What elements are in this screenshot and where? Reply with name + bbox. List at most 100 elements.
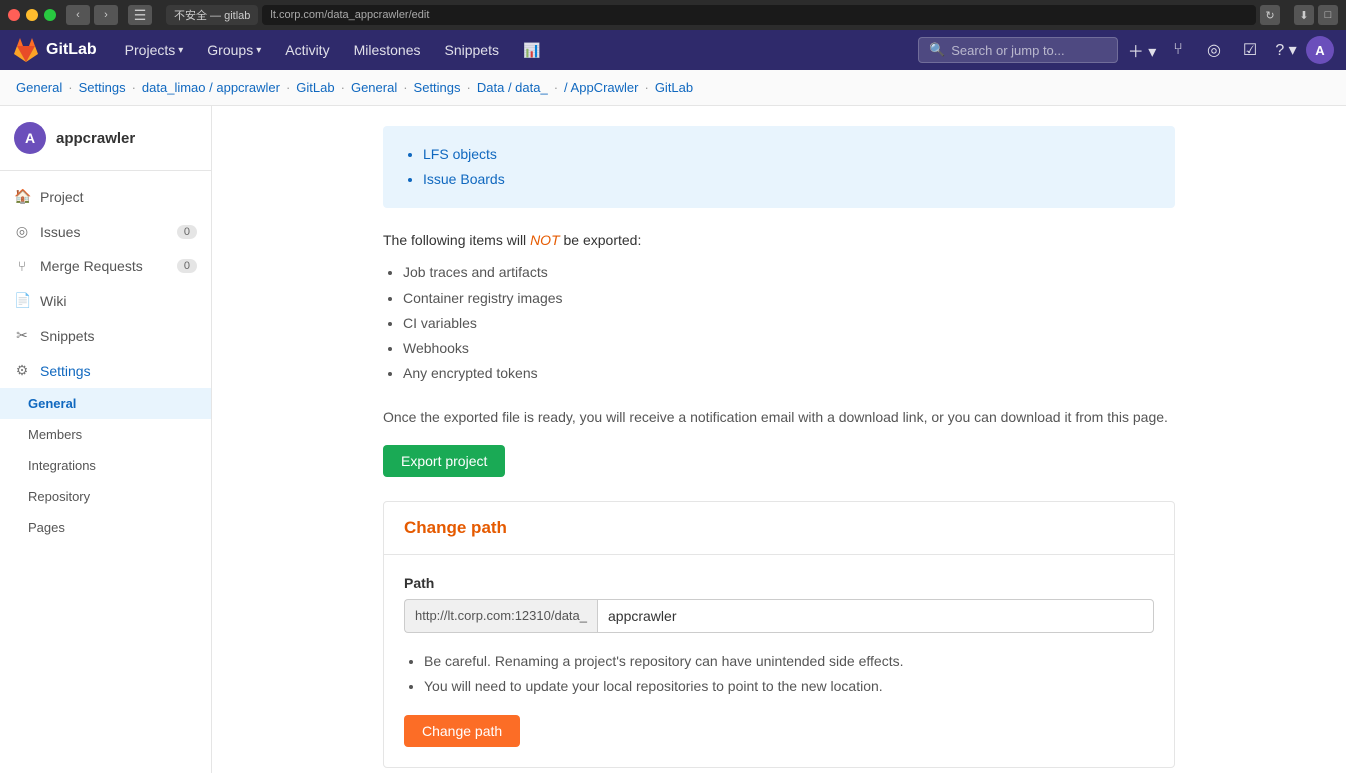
- not-exported-heading: The following items will NOT be exported…: [383, 232, 1175, 248]
- sidebar-subitem-label: Repository: [28, 489, 90, 504]
- gitlab-logo-icon: [12, 36, 40, 64]
- exported-items-box: LFS objects Issue Boards: [383, 126, 1175, 208]
- sidebar-subitem-integrations[interactable]: Integrations: [0, 450, 211, 481]
- export-project-section: Once the exported file is ready, you wil…: [383, 406, 1175, 476]
- nav-item-snippets[interactable]: Snippets: [433, 30, 511, 70]
- help-button[interactable]: ? ▾: [1270, 34, 1302, 66]
- sidebar-item-settings[interactable]: ⚙ Settings: [0, 353, 211, 388]
- list-item: Webhooks: [403, 336, 1175, 361]
- merge-requests-icon[interactable]: ⑂: [1162, 34, 1194, 66]
- maximize-window-button[interactable]: [44, 9, 56, 21]
- list-item: Any encrypted tokens: [403, 361, 1175, 386]
- merge-badge: 0: [177, 259, 197, 273]
- breadcrumb-gitlab2[interactable]: GitLab: [655, 80, 693, 95]
- top-right-icons: ⬇ □: [1294, 5, 1338, 25]
- avatar: A: [14, 122, 46, 154]
- address-segment-1: 不安全 — gitlab: [166, 5, 258, 25]
- sidebar-toggle-button[interactable]: ☰: [128, 5, 152, 25]
- breadcrumb-general[interactable]: General: [16, 80, 62, 95]
- user-avatar[interactable]: A: [1306, 36, 1334, 64]
- breadcrumb-sep: ·: [132, 80, 136, 95]
- sidebar-item-issues[interactable]: ◎ Issues 0: [0, 214, 211, 249]
- path-input[interactable]: [597, 599, 1154, 633]
- forward-button[interactable]: ›: [94, 5, 118, 25]
- breadcrumb-sep: ·: [403, 80, 407, 95]
- reload-button[interactable]: ↻: [1260, 5, 1280, 25]
- nav-item-milestones[interactable]: Milestones: [342, 30, 433, 70]
- change-path-header: Change path: [384, 502, 1174, 555]
- minimize-window-button[interactable]: [26, 9, 38, 21]
- breadcrumb-settings[interactable]: Settings: [79, 80, 126, 95]
- sidebar-username: appcrawler: [56, 130, 135, 147]
- browser-nav-arrows: ‹ ›: [66, 5, 118, 25]
- gear-icon: ⚙: [14, 362, 30, 379]
- sidebar-subitem-label: General: [28, 396, 76, 411]
- gitlab-wordmark: GitLab: [46, 41, 97, 59]
- breadcrumb-appcrawler[interactable]: / AppCrawler: [564, 80, 638, 95]
- home-icon: 🏠: [14, 188, 30, 205]
- breadcrumb-sep: ·: [286, 80, 290, 95]
- wiki-icon: 📄: [14, 292, 30, 309]
- traffic-lights: [8, 9, 56, 21]
- sidebar-user: A appcrawler: [0, 106, 211, 171]
- path-input-row: http://lt.corp.com:12310/data_: [404, 599, 1154, 633]
- sidebar-item-snippets[interactable]: ✂ Snippets: [0, 318, 211, 353]
- sidebar: A appcrawler 🏠 Project ◎ Issues 0 ⑂ Merg…: [0, 106, 212, 773]
- back-button[interactable]: ‹: [66, 5, 90, 25]
- global-search[interactable]: 🔍 Search or jump to...: [918, 37, 1118, 63]
- sidebar-subitem-general[interactable]: General: [0, 388, 211, 419]
- change-path-button[interactable]: Change path: [404, 715, 520, 747]
- breadcrumb-general2[interactable]: General: [351, 80, 397, 95]
- breadcrumb-settings2[interactable]: Settings: [414, 80, 461, 95]
- content-area: LFS objects Issue Boards The following i…: [212, 106, 1346, 773]
- list-item: Job traces and artifacts: [403, 260, 1175, 285]
- todos-icon[interactable]: ☑: [1234, 34, 1266, 66]
- change-path-title: Change path: [404, 518, 1154, 538]
- breadcrumb-sep: ·: [68, 80, 72, 95]
- list-item: Container registry images: [403, 286, 1175, 311]
- sidebar-item-wiki[interactable]: 📄 Wiki: [0, 283, 211, 318]
- address-main[interactable]: lt.corp.com/data_ appcrawler/edit: [262, 5, 1256, 25]
- exported-items-list: LFS objects Issue Boards: [403, 142, 1155, 192]
- sidebar-subitem-pages[interactable]: Pages: [0, 512, 211, 543]
- breadcrumb-data[interactable]: Data / data_: [477, 80, 548, 95]
- export-project-button[interactable]: Export project: [383, 445, 505, 477]
- settings-subnav: General Members Integrations Repository …: [0, 388, 211, 543]
- share-icon[interactable]: □: [1318, 5, 1338, 25]
- issues-icon[interactable]: ◎: [1198, 34, 1230, 66]
- address-bar: 不安全 — gitlab lt.corp.com/data_ appcrawle…: [166, 5, 1280, 25]
- breadcrumb-sep: ·: [467, 80, 471, 95]
- sidebar-item-label: Settings: [40, 363, 91, 379]
- breadcrumb: General · Settings · data_limao / appcra…: [0, 70, 1346, 106]
- sidebar-subitem-members[interactable]: Members: [0, 419, 211, 450]
- list-item: CI variables: [403, 311, 1175, 336]
- sidebar-subitem-label: Integrations: [28, 458, 96, 473]
- sidebar-nav: 🏠 Project ◎ Issues 0 ⑂ Merge Requests 0 …: [0, 171, 211, 551]
- download-icon[interactable]: ⬇: [1294, 5, 1314, 25]
- gitlab-logo[interactable]: GitLab: [12, 36, 97, 64]
- sidebar-item-merge-requests[interactable]: ⑂ Merge Requests 0: [0, 249, 211, 283]
- breadcrumb-data-limao[interactable]: data_limao / appcrawler: [142, 80, 280, 95]
- new-item-button[interactable]: ＋ ▾: [1126, 34, 1158, 66]
- main-layout: A appcrawler 🏠 Project ◎ Issues 0 ⑂ Merg…: [0, 106, 1346, 773]
- close-window-button[interactable]: [8, 9, 20, 21]
- issues-icon: ◎: [14, 223, 30, 240]
- os-top-bar: ‹ › ☰ 不安全 — gitlab lt.corp.com/data_ app…: [0, 0, 1346, 30]
- path-prefix: http://lt.corp.com:12310/data_: [404, 599, 597, 633]
- sidebar-subitem-repository[interactable]: Repository: [0, 481, 211, 512]
- change-path-card: Change path Path http://lt.corp.com:1231…: [383, 501, 1175, 768]
- change-path-warnings: Be careful. Renaming a project's reposit…: [404, 649, 1154, 699]
- warning-item: Be careful. Renaming a project's reposit…: [424, 649, 1154, 674]
- gitlab-navbar: GitLab Projects ▾ Groups ▾ Activity Mile…: [0, 30, 1346, 70]
- not-exported-list: Job traces and artifacts Container regis…: [383, 260, 1175, 386]
- sidebar-subitem-label: Members: [28, 427, 82, 442]
- nav-item-groups[interactable]: Groups ▾: [195, 30, 273, 70]
- sidebar-item-label: Wiki: [40, 293, 66, 309]
- sidebar-item-project[interactable]: 🏠 Project: [0, 179, 211, 214]
- not-exported-section: The following items will NOT be exported…: [383, 232, 1175, 386]
- nav-item-projects[interactable]: Projects ▾: [113, 30, 196, 70]
- nav-item-stats[interactable]: 📊: [511, 30, 552, 70]
- nav-item-activity[interactable]: Activity: [273, 30, 341, 70]
- list-item: Issue Boards: [423, 167, 1155, 192]
- breadcrumb-gitlab[interactable]: GitLab: [296, 80, 334, 95]
